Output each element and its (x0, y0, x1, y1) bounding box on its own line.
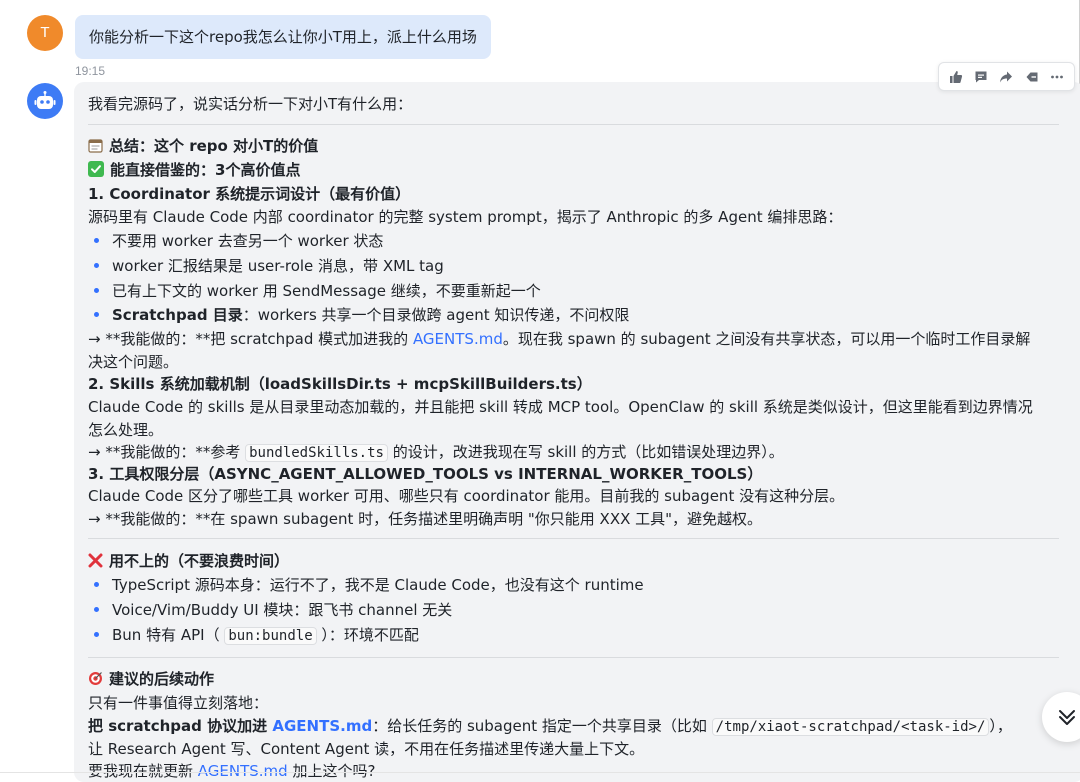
message-timestamp: 19:15 (75, 64, 106, 78)
point1-bullet-4: Scratchpad 目录：workers 共享一个目录做跨 agent 知识传… (112, 304, 629, 326)
point1-desc: 源码里有 Claude Code 内部 coordinator 的完整 syst… (88, 208, 843, 226)
scratchpad-label: Scratchpad 目录 (112, 306, 243, 324)
bullet-dot (94, 582, 99, 587)
point1-bullet-1: 不要用 worker 去查另一个 worker 状态 (112, 232, 384, 250)
reusable-title: 能直接借鉴的：3个高价值点 (110, 161, 301, 179)
divider (88, 657, 1059, 658)
bot-avatar[interactable] (27, 83, 63, 119)
next-steps-line4: 要我现在就更新 AGENTS.md 加上这个吗? (88, 760, 375, 782)
point1-action-line2: 决这个问题。 (88, 353, 179, 371)
next-steps-heading: 建议的后续动作 (88, 668, 214, 692)
bot-message-bubble: 我看完源码了，说实话分析一下对小T有什么用： 总结：这个 repo 对小T的价值… (74, 82, 1080, 782)
double-chevron-down-icon (1059, 710, 1075, 725)
agents-md-link[interactable]: AGENTS.md (198, 762, 288, 780)
not-useful-bullet-2: Voice/Vim/Buddy UI 模块：跟飞书 channel 无关 (112, 601, 453, 619)
point1-bullet-2: worker 汇报结果是 user-role 消息，带 XML tag (112, 257, 444, 275)
thumbs-up-icon[interactable] (945, 66, 967, 88)
reusable-heading: 能直接借鉴的：3个高价值点 (88, 159, 300, 183)
not-useful-heading: 用不上的（不要浪费时间） (88, 550, 289, 574)
agents-md-link[interactable]: AGENTS.md (413, 330, 503, 348)
check-mark-icon (88, 161, 104, 183)
robot-icon (34, 91, 56, 109)
point1-title: 1. Coordinator 系统提示词设计（最有价值） (88, 185, 411, 203)
target-icon (88, 670, 103, 692)
point2-desc: Claude Code 的 skills 是从目录里动态加载的，并且能把 ski… (88, 398, 1033, 416)
summary-heading: 总结：这个 repo 对小T的价值 (88, 135, 318, 159)
action-text: ：给长任务的 subagent 指定一个共享目录（比如 (372, 717, 712, 735)
point3-title: 3. 工具权限分层（ASYNC_AGENT_ALLOWED_TOOLS vs I… (88, 465, 763, 483)
bullet-dot (94, 238, 99, 243)
bullet-dot (94, 263, 99, 268)
inline-code: bundledSkills.ts (245, 444, 388, 462)
bullet-dot (94, 288, 99, 293)
point2-action: → **我能做的：**参考 bundledSkills.ts 的设计，改进我现在… (88, 441, 784, 464)
agents-md-link[interactable]: AGENTS.md (272, 717, 372, 735)
point1-action: → **我能做的：**把 scratchpad 模式加进我的 AGENTS.md… (88, 328, 1030, 350)
divider (88, 124, 1059, 125)
inline-code: bun:bundle (224, 627, 317, 645)
point2-desc-line2: 怎么处理。 (88, 421, 164, 439)
forward-icon[interactable] (995, 66, 1017, 88)
cross-mark-icon (88, 552, 103, 574)
user-message-bubble: 你能分析一下这个repo我怎么让你小T用上，派上什么用场 (75, 15, 491, 59)
bullet-text: ）：环境不匹配 (316, 626, 419, 644)
next-steps-line2: 把 scratchpad 协议加进 AGENTS.md：给长任务的 subage… (88, 715, 1012, 738)
point1-bullet-3: 已有上下文的 worker 用 SendMessage 继续，不要重新起一个 (112, 282, 541, 300)
comment-icon[interactable] (970, 66, 992, 88)
bullet-dot (94, 607, 99, 612)
notepad-icon (88, 137, 103, 159)
scratchpad-desc: ：workers 共享一个目录做跨 agent 知识传递，不问权限 (242, 306, 630, 324)
action-text: → **我能做的：**把 scratchpad 模式加进我的 (88, 330, 413, 348)
not-useful-bullet-3: Bun 特有 API（ bun:bundle ）：环境不匹配 (112, 624, 419, 647)
bullet-dot (94, 312, 99, 317)
action-text: → **我能做的：**参考 (88, 443, 246, 461)
more-icon[interactable] (1046, 66, 1068, 88)
bullet-dot (94, 632, 99, 637)
next-steps-line3: 让 Research Agent 写、Content Agent 读，不用在任务… (88, 740, 645, 758)
bullet-text: Bun 特有 API（ (112, 626, 225, 644)
action-emphasis: 把 scratchpad 协议加进 (88, 717, 273, 735)
point3-action: → **我能做的：**在 spawn subagent 时，任务描述里明确声明 … (88, 510, 763, 528)
intro-text: 我看完源码了，说实话分析一下对小T有什么用： (88, 95, 413, 113)
not-useful-title: 用不上的（不要浪费时间） (109, 552, 290, 570)
summary-title: 总结：这个 repo 对小T的价值 (109, 137, 319, 155)
action-text: 的设计，改进我现在写 skill 的方式（比如错误处理边界）。 (387, 443, 784, 461)
reply-icon[interactable] (1021, 66, 1043, 88)
message-action-toolbar (938, 62, 1075, 91)
divider (88, 538, 1059, 539)
point2-title: 2. Skills 系统加载机制（loadSkillsDir.ts + mcpS… (88, 375, 592, 393)
not-useful-bullet-1: TypeScript 源码本身：运行不了，我不是 Claude Code，也没有… (112, 576, 644, 594)
action-text: ）， (989, 717, 1012, 735)
next-steps-title: 建议的后续动作 (109, 670, 215, 688)
question-text: 要我现在就更新 (88, 762, 198, 780)
inline-code: /tmp/xiaot-scratchpad/<task-id>/ (711, 718, 990, 736)
question-text: 加上这个吗? (287, 762, 376, 780)
action-text: 。现在我 spawn 的 subagent 之间没有共享状态，可以用一个临时工作… (502, 330, 1031, 348)
next-steps-line1: 只有一件事值得立刻落地： (88, 694, 269, 712)
point3-desc: Claude Code 区分了哪些工具 worker 可用、哪些只有 coord… (88, 487, 845, 505)
user-avatar[interactable]: T (27, 15, 63, 51)
